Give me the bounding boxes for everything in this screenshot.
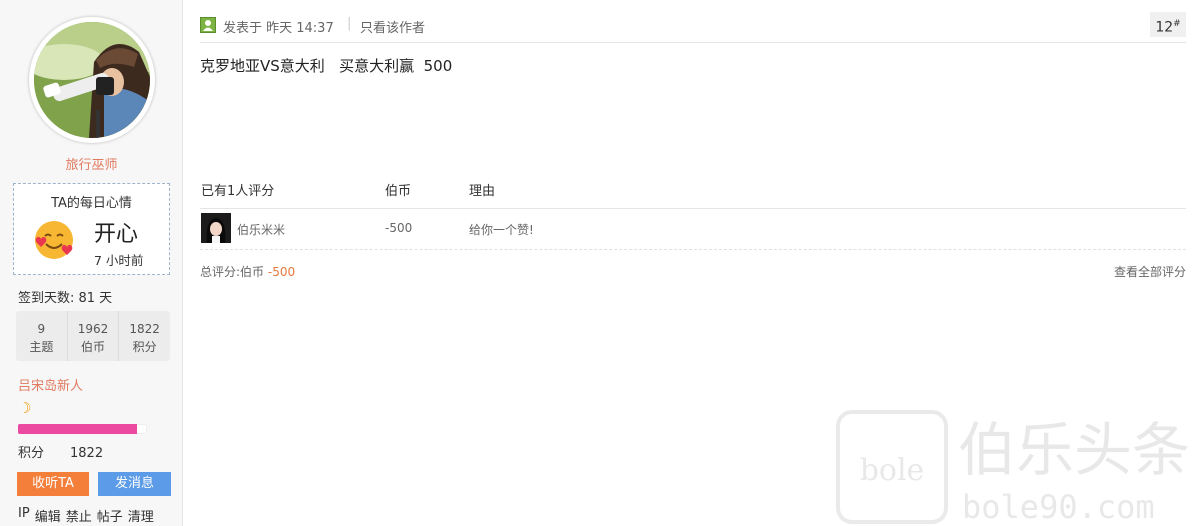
- admin-link-ban[interactable]: 禁止: [66, 506, 92, 525]
- stat-value: 1962: [77, 322, 109, 336]
- level-progress-fill: [18, 424, 137, 434]
- checkin-days: 签到天数: 81 天: [18, 291, 113, 306]
- stat-label: 积分: [132, 340, 157, 354]
- rating-reason-header: 理由: [469, 184, 496, 199]
- points-label: 积分: [18, 446, 45, 461]
- username[interactable]: 旅行巫师: [0, 154, 183, 173]
- admin-link-edit[interactable]: 编辑: [35, 506, 61, 525]
- admin-links: IP 编辑 禁止 帖子 清理: [18, 506, 154, 525]
- summary-currency: 伯币: [240, 265, 265, 279]
- rating-count: 已有1人评分: [201, 184, 275, 199]
- mood-time: 7 小时前: [94, 253, 144, 268]
- stat-value: 1822: [129, 322, 160, 336]
- rating-reason: 给你一个赞!: [469, 223, 534, 237]
- summary-label: 总评分:: [200, 265, 241, 279]
- watermark-brand: 伯乐头条: [958, 416, 1190, 484]
- moon-icon: ☽: [18, 399, 32, 417]
- happy-emoji-icon: [35, 221, 73, 259]
- only-author-link[interactable]: 只看该作者: [360, 17, 425, 36]
- watermark-logo: bole 伯乐头条 bole90.com: [836, 410, 1190, 526]
- admin-link-posts[interactable]: 帖子: [97, 506, 123, 525]
- points-row: 积分 1822: [18, 442, 103, 461]
- view-all-ratings-link[interactable]: 查看全部评分: [1114, 263, 1186, 280]
- author-sidebar: 旅行巫师 TA的每日心情 开心 7 小时前 签到天数: 81 天 9 主题 19…: [0, 0, 183, 526]
- floor-number[interactable]: 12#: [1150, 12, 1186, 37]
- floor-value: 12: [1155, 19, 1174, 36]
- rating-currency-header: 伯币: [385, 184, 412, 199]
- admin-link-clean[interactable]: 清理: [128, 506, 154, 525]
- mood-title: TA的每日心情: [51, 196, 132, 211]
- rating-row: 伯乐米米 -500 给你一个赞!: [200, 208, 1186, 250]
- stat-coins[interactable]: 1962 伯币: [68, 311, 120, 361]
- watermark-url: bole90.com: [962, 488, 1155, 526]
- avatar-photo[interactable]: [34, 22, 150, 138]
- points-value: 1822: [70, 446, 104, 461]
- rating-header: 已有1人评分 伯币 理由: [200, 178, 1186, 209]
- stat-threads[interactable]: 9 主题: [16, 311, 68, 361]
- stat-points[interactable]: 1822 积分: [119, 311, 170, 361]
- divider: |: [347, 16, 352, 31]
- avatar[interactable]: [29, 17, 155, 143]
- user-online-icon: [200, 17, 216, 33]
- follow-button[interactable]: 收听TA: [17, 472, 89, 496]
- rater-avatar[interactable]: [201, 213, 231, 243]
- rating-summary: 总评分:伯币 -500 查看全部评分: [200, 263, 1186, 280]
- rating-value: -500: [385, 221, 413, 235]
- summary-value: -500: [267, 265, 296, 279]
- admin-link-ip[interactable]: IP: [18, 506, 30, 525]
- stat-value: 9: [37, 322, 46, 336]
- user-stats: 9 主题 1962 伯币 1822 积分: [16, 311, 170, 361]
- post-time: 发表于 昨天 14:37: [223, 21, 334, 36]
- post-content: 克罗地亚VS意大利 买意大利赢 500: [200, 57, 453, 75]
- user-level[interactable]: 吕宋岛新人: [18, 375, 83, 394]
- floor-mark: #: [1173, 19, 1181, 29]
- send-message-button[interactable]: 发消息: [98, 472, 171, 496]
- rater-name[interactable]: 伯乐米米: [237, 221, 285, 238]
- level-progress-bar: [18, 424, 147, 434]
- daily-mood-box: TA的每日心情 开心 7 小时前: [13, 183, 170, 275]
- stat-label: 主题: [29, 340, 54, 354]
- mood-state: 开心: [94, 222, 139, 247]
- stat-label: 伯币: [81, 340, 106, 354]
- post-header: 发表于 昨天 14:37 | 只看该作者 12#: [200, 12, 1186, 43]
- watermark-logo-text: bole: [860, 453, 925, 488]
